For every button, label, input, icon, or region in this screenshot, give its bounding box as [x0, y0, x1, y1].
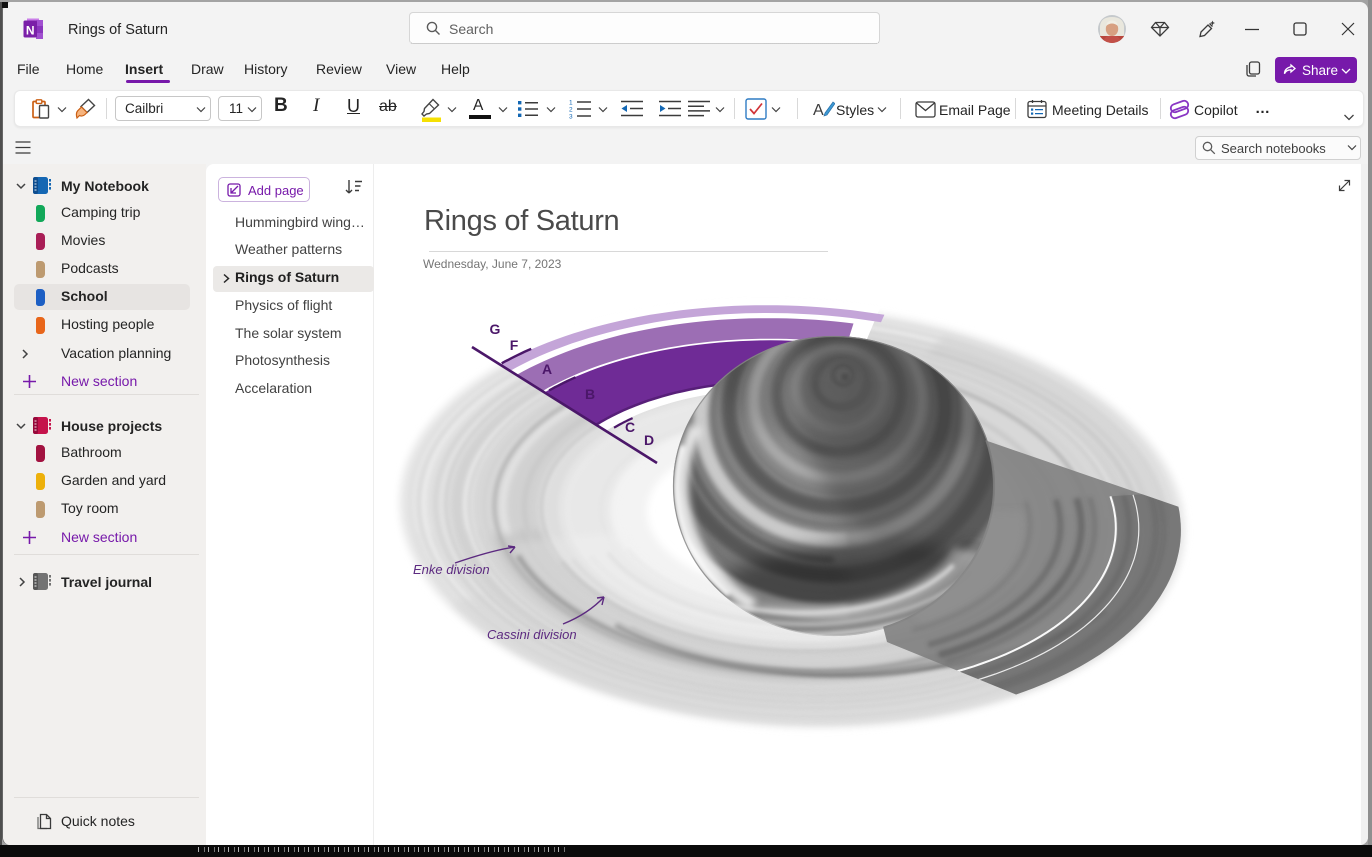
svg-text:1: 1	[569, 100, 573, 107]
svg-text:2: 2	[569, 107, 573, 114]
svg-text:3: 3	[569, 114, 573, 121]
svg-text:A: A	[542, 361, 552, 377]
svg-text:G: G	[490, 321, 501, 337]
svg-text:Cassini division: Cassini division	[487, 627, 577, 642]
svg-text:A: A	[813, 102, 824, 119]
svg-text:D: D	[644, 432, 654, 448]
svg-text:Enke division: Enke division	[413, 562, 490, 577]
svg-text:F: F	[510, 337, 519, 353]
svg-text:C: C	[625, 419, 635, 435]
svg-text:N: N	[26, 24, 35, 38]
svg-text:B: B	[585, 386, 595, 402]
